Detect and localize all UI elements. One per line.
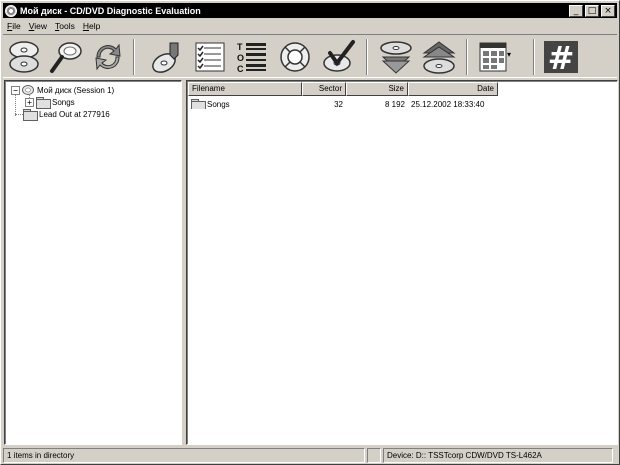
lifebuoy-icon: [280, 42, 310, 72]
leadout-icon: [23, 109, 38, 121]
status-empty-panel: [367, 448, 381, 463]
minimize-button[interactable]: _: [569, 4, 583, 17]
toolbar-separator: [533, 39, 535, 75]
dropdown-arrow-icon[interactable]: ▾: [507, 50, 511, 59]
menu-tools[interactable]: Tools: [51, 21, 79, 31]
cell-date: 25.12.2002 18:33:40: [411, 99, 485, 109]
scan-disc-icon: [9, 41, 39, 73]
menu-bar: File View Tools Help: [3, 19, 617, 33]
toc-letter-o: O: [237, 53, 244, 63]
tree-node-leadout[interactable]: Lead Out at 277916: [23, 109, 110, 121]
tree-connector: [15, 94, 16, 116]
view-options-icon: ▾: [479, 42, 511, 72]
folder-icon: [36, 97, 51, 109]
toolbar-separator: [133, 39, 135, 75]
cell-sector: 32: [334, 99, 343, 109]
window-title: Мой диск - CD/DVD Diagnostic Evaluation: [20, 5, 201, 16]
folder-icon: [191, 99, 206, 109]
tree-node-leadout-label: Lead Out at 277916: [39, 109, 110, 119]
tree-node-session[interactable]: − Мой диск (Session 1): [11, 85, 114, 95]
column-header-filename[interactable]: Filename: [188, 82, 302, 96]
title-bar[interactable]: Мой диск - CD/DVD Diagnostic Evaluation …: [3, 3, 617, 18]
verify-button[interactable]: [319, 38, 359, 76]
app-window: Мой диск - CD/DVD Diagnostic Evaluation …: [0, 0, 620, 465]
search-button[interactable]: [46, 38, 86, 76]
tree-connector: [15, 114, 23, 115]
hash-glyph: #: [548, 39, 575, 75]
verify-icon: [323, 40, 355, 72]
checklist-button[interactable]: [189, 38, 229, 76]
toolbar-separator: [366, 39, 368, 75]
hash-icon: #: [544, 39, 578, 75]
column-header-date[interactable]: Date: [408, 82, 498, 96]
tree-node-songs[interactable]: + Songs: [25, 97, 75, 109]
disc-stack-down-button[interactable]: [376, 38, 416, 76]
cell-filename-text: Songs: [207, 99, 230, 109]
menu-help[interactable]: Help: [79, 21, 104, 31]
extract-button[interactable]: [147, 38, 187, 76]
view-options-button[interactable]: ▾: [475, 38, 515, 76]
lifebuoy-button[interactable]: [275, 38, 315, 76]
table-row[interactable]: Songs 32 8 192 25.12.2002 18:33:40: [188, 98, 498, 110]
status-bar: 1 items in directory Device: D:: TSSTcor…: [3, 448, 617, 463]
toc-button[interactable]: T O C: [231, 38, 271, 76]
scan-disc-button[interactable]: [4, 38, 44, 76]
tree-node-songs-label: Songs: [52, 97, 75, 107]
disc-icon: [22, 85, 34, 95]
search-icon: [50, 42, 82, 73]
disc-stack-up-icon: [422, 41, 456, 74]
menu-file[interactable]: File: [3, 21, 25, 31]
refresh-button[interactable]: [88, 38, 128, 76]
collapse-icon[interactable]: −: [11, 85, 20, 95]
tree-node-session-label: Мой диск (Session 1): [37, 85, 115, 95]
cell-size: 8 192: [384, 99, 405, 109]
column-header-sector[interactable]: Sector: [302, 82, 346, 96]
status-device: Device: D:: TSSTcorp CDW/DVD TS-L462A: [383, 448, 613, 463]
expand-icon[interactable]: +: [25, 97, 34, 107]
app-disc-icon: [5, 4, 17, 17]
toc-letter-c: C: [237, 64, 244, 74]
file-list-pane[interactable]: Filename Sector Size Date Songs 32 8 192…: [186, 80, 618, 445]
cell-filename: Songs: [188, 99, 302, 109]
checklist-icon: [195, 42, 225, 72]
close-button[interactable]: ×: [601, 4, 615, 17]
refresh-icon: [95, 43, 121, 71]
tree-pane[interactable]: − Мой диск (Session 1) + Songs Lead Out …: [4, 80, 182, 445]
toc-icon: T O C: [237, 42, 266, 74]
disc-stack-up-button[interactable]: [419, 38, 459, 76]
status-items: 1 items in directory: [3, 448, 365, 463]
extract-icon: [152, 42, 179, 73]
maximize-button[interactable]: □: [585, 4, 599, 17]
list-header: Filename Sector Size Date: [188, 82, 498, 96]
toolbar-separator: [466, 39, 468, 75]
toc-letter-t: T: [237, 42, 243, 52]
column-header-size[interactable]: Size: [346, 82, 408, 96]
disc-stack-down-icon: [380, 41, 412, 74]
menu-view[interactable]: View: [25, 21, 51, 31]
hash-button[interactable]: #: [541, 38, 581, 76]
toolbar: T O C ▾ #: [3, 34, 617, 78]
